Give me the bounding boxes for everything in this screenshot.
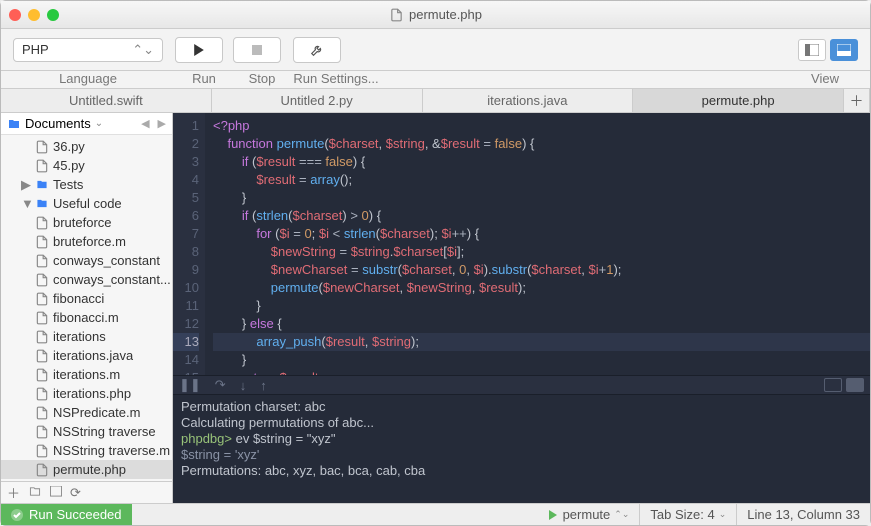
sidebar-nav-back[interactable]: ◀ <box>141 117 149 130</box>
file-36-py[interactable]: 36.py <box>1 137 172 156</box>
view-sidebar-toggle[interactable] <box>798 39 826 61</box>
toolbar: PHP⌃⌄ <box>1 29 870 71</box>
sidebar-root-label: Documents <box>25 116 91 131</box>
run-status: Run Succeeded <box>1 504 132 525</box>
folder-useful-code[interactable]: ▼Useful code <box>1 194 172 213</box>
file-fibonacci[interactable]: fibonacci <box>1 289 172 308</box>
file-tree: 36.py45.py▶Tests▼Useful codebruteforcebr… <box>1 135 172 481</box>
file-icon <box>389 8 403 22</box>
window-close-button[interactable] <box>9 9 21 21</box>
refresh-button[interactable]: ⟳ <box>70 485 81 501</box>
file-iterations-java[interactable]: iterations.java <box>1 346 172 365</box>
sidebar-footer: ＋ ⟳ <box>1 481 172 503</box>
status-cursor-position: Line 13, Column 33 <box>736 504 870 525</box>
debug-step-out-icon[interactable]: ↑ <box>260 378 267 393</box>
wrench-icon <box>310 43 324 57</box>
file-bruteforce-m[interactable]: bruteforce.m <box>1 232 172 251</box>
file-nspredicate-m[interactable]: NSPredicate.m <box>1 403 172 422</box>
run-button[interactable] <box>175 37 223 63</box>
code-editor[interactable]: 123456789101112131415 <?php function per… <box>173 113 870 375</box>
file-iterations-m[interactable]: iterations.m <box>1 365 172 384</box>
file-iterations-php[interactable]: iterations.php <box>1 384 172 403</box>
target-play-icon <box>549 510 559 520</box>
view-toggle-group <box>798 39 858 61</box>
file-45-py[interactable]: 45.py <box>1 156 172 175</box>
file-conways_constant[interactable]: conways_constant <box>1 251 172 270</box>
debug-step-in-icon[interactable]: ↓ <box>240 378 247 393</box>
folder-icon <box>7 118 21 130</box>
titlebar: permute.php <box>1 1 870 29</box>
status-target[interactable]: permute ⌃⌄ <box>539 504 640 525</box>
chevron-updown-icon: ⌃⌄ <box>132 42 154 58</box>
status-tab-size[interactable]: Tab Size: 4 ⌄ <box>639 504 736 525</box>
sidebar-path-selector[interactable]: Documents ⌄ ◀ ▶ <box>1 113 172 135</box>
sidebar-nav-fwd[interactable]: ▶ <box>158 117 166 130</box>
tab-untitled-swift[interactable]: Untitled.swift <box>1 89 212 112</box>
tab-iterations-java[interactable]: iterations.java <box>423 89 634 112</box>
debug-toolbar: ❚❚ ↷ ↓ ↑ <box>173 375 870 395</box>
play-icon <box>193 44 205 56</box>
toolbar-labels: Language Run Stop Run Settings... View <box>1 71 870 89</box>
tab-add-button[interactable]: ＋ <box>844 89 870 112</box>
check-circle-icon <box>11 509 23 521</box>
file-conways_constant-[interactable]: conways_constant... <box>1 270 172 289</box>
line-gutter: 123456789101112131415 <box>173 113 205 375</box>
code-area[interactable]: <?php function permute($charset, $string… <box>205 113 870 375</box>
console-pane-left-toggle[interactable] <box>824 378 842 392</box>
tab-bar: Untitled.swiftUntitled 2.pyiterations.ja… <box>1 89 870 113</box>
tab-permute-php[interactable]: permute.php <box>633 89 844 112</box>
file-bruteforce[interactable]: bruteforce <box>1 213 172 232</box>
debug-step-over-icon[interactable]: ↷ <box>215 377 226 393</box>
console-output[interactable]: Permutation charset: abcCalculating perm… <box>173 395 870 503</box>
window-title: permute.php <box>389 7 482 22</box>
new-window-button[interactable] <box>50 485 62 500</box>
window-zoom-button[interactable] <box>47 9 59 21</box>
file-nsstring-traverse-m[interactable]: NSString traverse.m <box>1 441 172 460</box>
run-settings-button[interactable] <box>293 37 341 63</box>
view-console-toggle[interactable] <box>830 39 858 61</box>
window-minimize-button[interactable] <box>28 9 40 21</box>
panel-left-icon <box>805 44 819 56</box>
status-bar: Run Succeeded permute ⌃⌄ Tab Size: 4 ⌄ L… <box>1 503 870 525</box>
file-nsstring-traverse[interactable]: NSString traverse <box>1 422 172 441</box>
console-pane-right-toggle[interactable] <box>846 378 864 392</box>
stop-button[interactable] <box>233 37 281 63</box>
new-folder-button[interactable] <box>28 485 42 500</box>
file-sidebar: Documents ⌄ ◀ ▶ 36.py45.py▶Tests▼Useful … <box>1 113 173 503</box>
file-fibonacci-m[interactable]: fibonacci.m <box>1 308 172 327</box>
debug-pause-icon[interactable]: ❚❚ <box>179 377 201 393</box>
panel-bottom-icon <box>837 44 851 56</box>
language-selector[interactable]: PHP⌃⌄ <box>13 38 163 62</box>
file-permute-php[interactable]: permute.php <box>1 460 172 479</box>
folder-tests[interactable]: ▶Tests <box>1 175 172 194</box>
file-iterations[interactable]: iterations <box>1 327 172 346</box>
stop-icon <box>252 45 262 55</box>
add-file-button[interactable]: ＋ <box>7 483 20 502</box>
tab-untitled-2-py[interactable]: Untitled 2.py <box>212 89 423 112</box>
